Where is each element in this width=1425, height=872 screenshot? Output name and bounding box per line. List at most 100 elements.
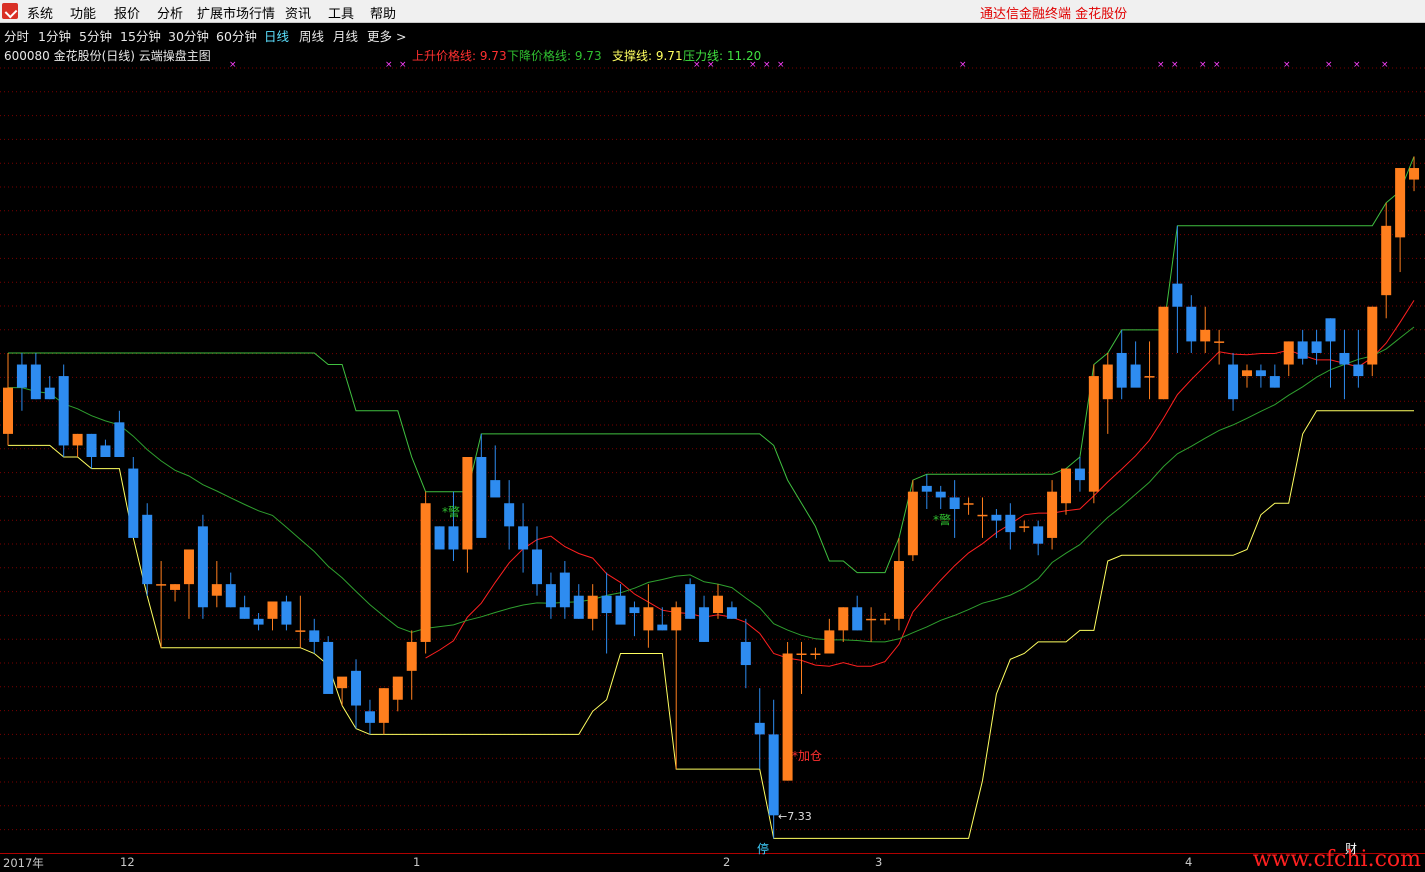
candle-body (1158, 306, 1169, 400)
support-line (8, 410, 1414, 839)
candle-body (16, 364, 27, 388)
candle-body (685, 584, 696, 619)
watermark: www.cfchi.com (1252, 847, 1421, 872)
axis-label: 3 (875, 855, 883, 869)
candle-body (225, 584, 236, 608)
candle-body (587, 595, 598, 619)
candle-body (100, 445, 111, 457)
axis-label: 2 (723, 855, 731, 869)
candle-body (1172, 283, 1183, 307)
candle-body (1047, 491, 1058, 538)
candle-body (58, 376, 69, 446)
candle-body (1353, 364, 1364, 377)
candle-body (671, 607, 682, 631)
candle-body (824, 630, 835, 654)
candle-body (532, 549, 543, 585)
candle-body (364, 711, 375, 723)
candle-body (740, 641, 751, 666)
candle-body (1283, 341, 1294, 365)
axis-label: 4 (1185, 855, 1193, 869)
candle-body (476, 457, 487, 538)
signal-mark: × (1381, 60, 1389, 70)
kline-chart[interactable]: × × × × × × × × × × × × × × × × × *警 *警 *加仓 ←7.33 (0, 0, 1425, 868)
date-axis: 2017年 12 1 2 3 4 停 财 (0, 842, 1425, 870)
candle-body (852, 607, 863, 631)
signal-mark: × (1213, 60, 1221, 70)
candle-body (170, 584, 181, 590)
low-price-label: ←7.33 (778, 810, 812, 823)
candle-body (323, 641, 334, 694)
candle-body (1325, 318, 1336, 342)
signal-mark: × (777, 60, 785, 70)
candle-body (448, 526, 459, 550)
signal-mark: × (399, 60, 407, 70)
candle-body (1367, 306, 1378, 365)
candle-body (3, 387, 13, 434)
candle-body (1102, 364, 1113, 400)
candle-body (907, 491, 918, 556)
candle-body (601, 595, 612, 614)
candle-body (1186, 306, 1197, 342)
candle-body (1116, 352, 1127, 388)
signal-mark: × (229, 60, 237, 70)
candle-body (545, 584, 556, 608)
candle-body (893, 561, 904, 619)
candle-body (1214, 341, 1225, 343)
candle-body (1019, 526, 1030, 528)
candle-body (1255, 370, 1266, 377)
candle-body (1005, 514, 1016, 533)
candle-body (420, 503, 431, 642)
candle-body (838, 607, 849, 631)
signal-mark: × (1157, 60, 1165, 70)
candle-body (1130, 364, 1141, 388)
candle-body (1311, 341, 1322, 353)
candle-body (183, 549, 194, 585)
candle-body (699, 607, 710, 642)
candle-body (309, 630, 320, 642)
add-position-marker: *加仓 (792, 749, 822, 763)
candle-body (629, 607, 640, 614)
candle-body (351, 670, 362, 706)
signal-mark: × (763, 60, 771, 70)
candle-body (156, 584, 167, 586)
candle-body (406, 641, 417, 671)
axis-label: 1 (413, 855, 421, 869)
signal-mark: × (1353, 60, 1361, 70)
candle-body (128, 468, 139, 538)
candle-body (378, 688, 389, 723)
candle-body (796, 653, 807, 655)
candle-body (573, 595, 584, 619)
signal-mark: × (1325, 60, 1333, 70)
warning-marker: *警 (933, 512, 951, 527)
candle-body (281, 601, 292, 625)
candle-body (239, 607, 250, 619)
candle-body (434, 526, 445, 550)
candle-body (1061, 468, 1072, 504)
pressure-line (8, 156, 1415, 574)
candle-body (295, 630, 306, 632)
limit-marker: 停 (757, 842, 770, 856)
axis-label: 12 (120, 855, 135, 869)
signal-mark: × (959, 60, 967, 70)
candle-body (643, 607, 654, 631)
candle-body (504, 503, 515, 527)
candle-body (977, 514, 988, 517)
candle-body (518, 526, 529, 550)
candle-body (963, 503, 974, 505)
candle-body (1381, 225, 1392, 296)
signal-mark: × (1199, 60, 1207, 70)
candle-body (949, 497, 960, 510)
candle-body (253, 618, 264, 625)
candle-body (392, 676, 403, 700)
axis-label: 2017年 (3, 856, 44, 870)
candle-body (1088, 376, 1099, 492)
candle-body (1241, 370, 1252, 377)
candle-body (30, 364, 41, 400)
candle-body (1409, 168, 1420, 180)
candle-body (1228, 364, 1239, 400)
signal-mark: × (1171, 60, 1179, 70)
candle-body (86, 433, 97, 457)
candle-body (1074, 468, 1085, 481)
candle-body (490, 480, 501, 498)
signal-mark: × (1283, 60, 1291, 70)
